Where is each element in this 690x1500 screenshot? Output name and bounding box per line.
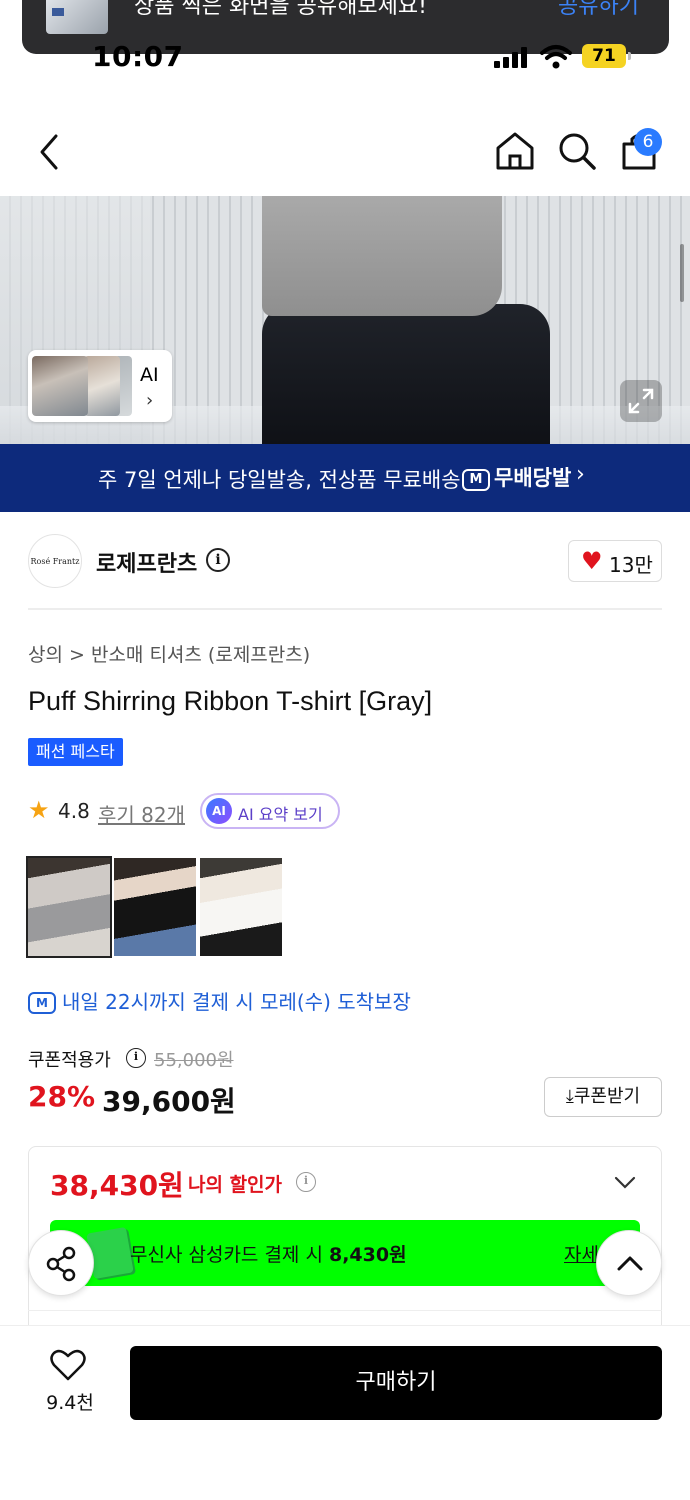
search-icon[interactable] — [556, 130, 598, 172]
sale-price: 39,600원 — [102, 1085, 236, 1118]
promo-logo: M 무배당발 — [462, 462, 571, 492]
truck-icon: M — [28, 992, 56, 1014]
free-shipping-banner[interactable]: 주 7일 언제나 당일발송, 전상품 무료배송 M 무배당발 › — [0, 444, 690, 512]
status-time: 10:07 — [92, 40, 184, 73]
brand-like-count: 13만 — [609, 553, 653, 577]
cellular-signal-icon — [494, 46, 528, 68]
heart-icon: ♥ — [581, 547, 603, 575]
color-variant-white[interactable] — [200, 858, 282, 956]
delivery-guarantee[interactable]: M 내일 22시까지 결제 시 모레(수) 도착보장 — [28, 986, 411, 1015]
info-icon[interactable]: i — [206, 548, 230, 572]
notification-message: 상품 찍은 화면을 공유해보세요! — [134, 0, 427, 19]
promo-text: 주 7일 언제나 당일발송, 전상품 무료배송 — [98, 468, 461, 492]
chevron-down-icon[interactable] — [612, 1172, 638, 1192]
fashion-festa-tag[interactable]: 패션 페스타 — [28, 738, 123, 766]
get-coupon-button[interactable]: ⤓쿠폰받기 — [544, 1077, 662, 1117]
original-price: 55,000원 — [154, 1050, 234, 1071]
discount-percent: 28% — [28, 1080, 96, 1113]
share-icon — [46, 1246, 76, 1282]
ai-summary-button[interactable]: AI AI 요약 보기 — [200, 793, 340, 829]
share-button[interactable] — [28, 1230, 94, 1296]
divider — [28, 608, 662, 610]
scroll-indicator[interactable] — [680, 244, 684, 302]
truck-icon: M — [462, 469, 490, 491]
heart-icon[interactable] — [50, 1348, 86, 1382]
color-variant-gray[interactable] — [26, 856, 112, 958]
reviews-link[interactable]: 후기 82개 — [98, 799, 185, 828]
notification-thumbnail — [46, 0, 108, 34]
ai-similar-items-button[interactable]: AI › — [28, 350, 172, 422]
info-icon[interactable]: i — [126, 1048, 146, 1068]
ai-thumbnail-image — [32, 356, 88, 416]
hero-model-pants — [262, 304, 550, 444]
battery-indicator: 71 — [582, 44, 631, 68]
card-discount-text: 무신사 삼성카드 결제 시 8,430원 — [130, 1244, 407, 1266]
home-icon[interactable] — [494, 130, 536, 172]
ai-icon: AI — [206, 798, 232, 824]
cart-count-badge: 6 — [634, 128, 662, 156]
ai-summary-label: AI 요약 보기 — [238, 805, 323, 824]
brand-name[interactable]: 로제프란츠 — [96, 546, 197, 578]
info-icon[interactable]: i — [296, 1172, 316, 1192]
chevron-right-icon: › — [576, 462, 585, 487]
my-discount-price[interactable]: 38,430원 — [50, 1164, 184, 1204]
delivery-text: 내일 22시까지 결제 시 모레(수) 도착보장 — [62, 990, 411, 1014]
color-variant-black[interactable] — [114, 858, 196, 956]
coupon-price-label: 쿠폰적용가 — [28, 1050, 111, 1071]
breadcrumb-category[interactable]: 상의 — [28, 644, 63, 666]
divider — [28, 1310, 662, 1311]
scroll-to-top-button[interactable] — [596, 1230, 662, 1296]
breadcrumb: 상의 > 반소매 티셔츠 (로제프란츠) — [28, 640, 310, 667]
chevron-right-icon: › — [146, 390, 154, 411]
wifi-icon — [540, 45, 572, 69]
card-discount-banner[interactable]: 무신사 삼성카드 결제 시 8,430원 자세히 — [50, 1220, 640, 1286]
buy-button[interactable]: 구매하기 — [130, 1346, 662, 1420]
back-chevron-icon[interactable] — [32, 128, 72, 176]
hero-model-shirt — [262, 196, 502, 316]
breadcrumb-separator: > — [62, 644, 91, 666]
wishlist-count: 9.4천 — [46, 1392, 94, 1414]
product-title: Puff Shirring Ribbon T-shirt [Gray] — [28, 686, 433, 716]
brand-logo[interactable]: Rosé Frantz — [28, 534, 82, 588]
star-icon: ★ — [28, 796, 50, 824]
notification-share-button[interactable]: 공유하기 — [558, 0, 639, 20]
breadcrumb-subcategory[interactable]: 반소매 티셔츠 (로제프란츠) — [91, 644, 310, 666]
ai-label: AI — [140, 364, 159, 386]
brand-like-button[interactable]: ♥ 13만 — [568, 540, 662, 582]
expand-icon[interactable] — [620, 380, 662, 422]
my-discount-label: 나의 할인가 — [188, 1174, 283, 1196]
chevron-up-icon — [617, 1256, 643, 1271]
rating-value: 4.8 — [58, 799, 90, 823]
